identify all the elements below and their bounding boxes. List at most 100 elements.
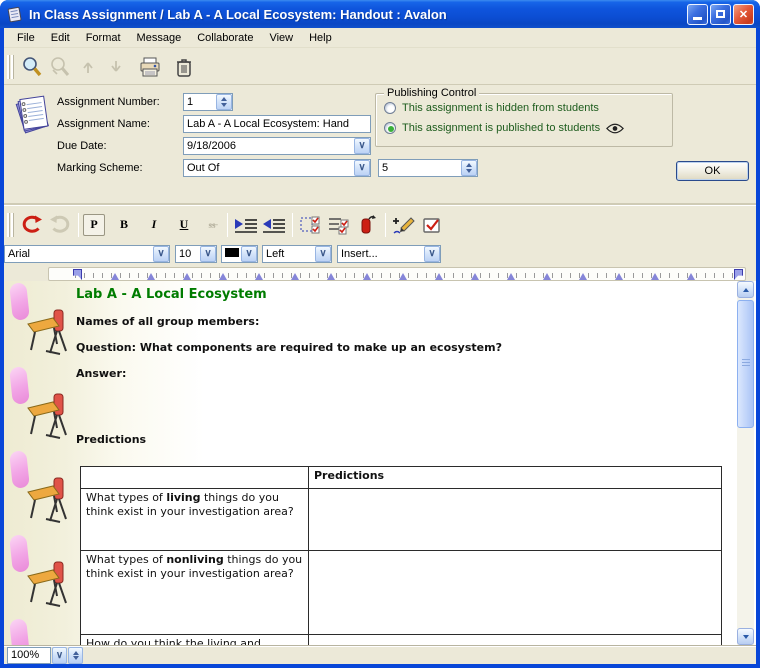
checklist-icon[interactable]: [325, 211, 353, 239]
table-row: How do you think the living and nonlivin…: [81, 635, 722, 646]
chevron-down-icon[interactable]: ∨: [52, 647, 67, 664]
radio-hidden[interactable]: [384, 102, 396, 114]
window-title: In Class Assignment / Lab A - A Local Ec…: [29, 7, 687, 22]
maximize-button[interactable]: [710, 4, 731, 25]
chevron-down-icon[interactable]: ∨: [153, 246, 169, 262]
doc-line-answer: Answer:: [76, 367, 126, 380]
assignment-form: Assignment Number: Assignment Name: Due …: [4, 86, 756, 205]
multi-select-icon[interactable]: [297, 211, 325, 239]
chevron-down-icon[interactable]: ∨: [241, 246, 257, 262]
ruler[interactable]: [48, 267, 746, 281]
toolbar-grip[interactable]: [7, 55, 14, 79]
tab-stop-icon[interactable]: [291, 272, 299, 280]
font-dropdown[interactable]: Arial ∨: [4, 245, 170, 263]
tab-stop-icon[interactable]: [615, 272, 623, 280]
stepper-arrows-icon[interactable]: [68, 647, 83, 664]
indent-icon[interactable]: [232, 211, 260, 239]
answer-cell[interactable]: [309, 635, 722, 646]
table-header-predictions: Predictions: [309, 467, 722, 489]
stepper-arrows-icon[interactable]: [216, 94, 232, 110]
search-again-icon[interactable]: [46, 53, 74, 81]
italic-button[interactable]: I: [143, 214, 165, 236]
zoom-control[interactable]: 100% ∨: [7, 647, 83, 664]
tab-stop-icon[interactable]: [543, 272, 551, 280]
undo-icon[interactable]: [18, 211, 46, 239]
font-size-dropdown[interactable]: 10 ∨: [175, 245, 217, 263]
assignment-name-field[interactable]: Lab A - A Local Ecosystem: Hand: [183, 115, 371, 133]
zoom-value[interactable]: 100%: [7, 647, 51, 664]
toolbar-grip[interactable]: [7, 213, 14, 237]
scrollbar-thumb[interactable]: [737, 300, 754, 428]
outdent-icon[interactable]: [260, 211, 288, 239]
tab-stop-icon[interactable]: [399, 272, 407, 280]
menu-view[interactable]: View: [261, 30, 301, 46]
assignment-number-label: Assignment Number:: [57, 94, 160, 111]
search-icon[interactable]: [18, 53, 46, 81]
chevron-down-icon[interactable]: ∨: [424, 246, 440, 262]
menu-format[interactable]: Format: [78, 30, 129, 46]
marks-stepper[interactable]: 5: [378, 159, 478, 177]
marking-scheme-dropdown[interactable]: Out Of ∨: [183, 159, 371, 177]
menu-edit[interactable]: Edit: [43, 30, 78, 46]
table-row: What types of nonliving things do you th…: [81, 551, 722, 635]
menu-message[interactable]: Message: [129, 30, 190, 46]
radio-published[interactable]: [384, 122, 396, 134]
assignment-number-stepper[interactable]: 1: [183, 93, 233, 111]
checked-box-icon[interactable]: [418, 211, 446, 239]
radio-published-label: This assignment is published to students: [402, 122, 600, 134]
tab-stop-icon[interactable]: [255, 272, 263, 280]
underline-button[interactable]: U: [173, 214, 195, 236]
redo-icon[interactable]: [46, 211, 74, 239]
chevron-down-icon[interactable]: ∨: [354, 138, 370, 154]
chevron-down-icon[interactable]: ∨: [354, 160, 370, 176]
main-toolbar: [4, 49, 756, 85]
chevron-down-icon[interactable]: ∨: [200, 246, 216, 262]
ok-button[interactable]: OK: [676, 161, 749, 181]
school-desk-icon: [26, 307, 68, 357]
menu-file[interactable]: File: [9, 30, 43, 46]
tab-stop-icon[interactable]: [507, 272, 515, 280]
marker-icon[interactable]: [353, 211, 381, 239]
right-indent-marker[interactable]: [734, 269, 743, 280]
tab-stop-icon[interactable]: [327, 272, 335, 280]
next-icon[interactable]: [102, 53, 130, 81]
title-bar: In Class Assignment / Lab A - A Local Ec…: [0, 0, 760, 28]
document-editor[interactable]: Lab A - A Local Ecosystem Names of all g…: [4, 281, 756, 645]
doc-title: Lab A - A Local Ecosystem: [76, 287, 267, 302]
minimize-button[interactable]: [687, 4, 708, 25]
tab-stop-icon[interactable]: [183, 272, 191, 280]
chevron-down-icon[interactable]: ∨: [315, 246, 331, 262]
stepper-arrows-icon[interactable]: [461, 160, 477, 176]
left-indent-marker[interactable]: [73, 269, 82, 280]
scroll-down-icon[interactable]: [737, 628, 754, 645]
doc-line-question: Question: What components are required t…: [76, 341, 502, 354]
status-bar: 100% ∨: [4, 645, 756, 664]
bold-button[interactable]: B: [113, 214, 135, 236]
close-button[interactable]: ✕: [733, 4, 754, 25]
due-date-dropdown[interactable]: 9/18/2006 ∨: [183, 137, 371, 155]
menu-collaborate[interactable]: Collaborate: [189, 30, 261, 46]
trash-icon[interactable]: [170, 53, 198, 81]
tab-stop-icon[interactable]: [147, 272, 155, 280]
tab-stop-icon[interactable]: [435, 272, 443, 280]
tab-stop-icon[interactable]: [363, 272, 371, 280]
tab-stop-icon[interactable]: [651, 272, 659, 280]
answer-cell[interactable]: [309, 489, 722, 551]
tab-stop-icon[interactable]: [219, 272, 227, 280]
font-color-dropdown[interactable]: ∨: [221, 245, 258, 263]
answer-cell[interactable]: [309, 551, 722, 635]
edit-plus-icon[interactable]: [390, 211, 418, 239]
tab-stop-icon[interactable]: [471, 272, 479, 280]
strikethrough-icon[interactable]: s̶s̶: [201, 214, 223, 236]
tab-stop-icon[interactable]: [111, 272, 119, 280]
alignment-dropdown[interactable]: Left ∨: [262, 245, 332, 263]
print-icon[interactable]: [136, 53, 164, 81]
insert-dropdown[interactable]: Insert... ∨: [337, 245, 441, 263]
paragraph-style-button[interactable]: P: [83, 214, 105, 236]
menu-help[interactable]: Help: [301, 30, 340, 46]
scroll-up-icon[interactable]: [737, 281, 754, 298]
prev-icon[interactable]: [74, 53, 102, 81]
tab-stop-icon[interactable]: [687, 272, 695, 280]
tab-stop-icon[interactable]: [579, 272, 587, 280]
vertical-scrollbar[interactable]: [737, 281, 754, 645]
